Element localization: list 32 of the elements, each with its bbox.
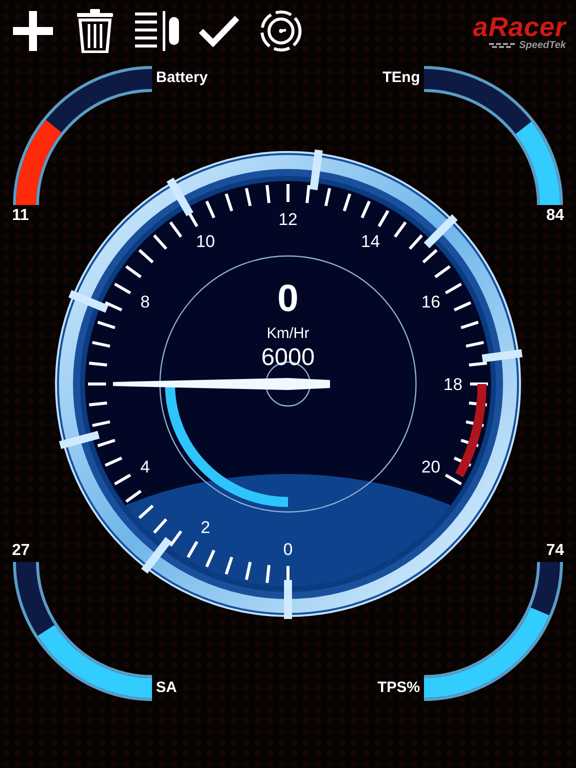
brand-logo: aRacer bbox=[472, 14, 566, 40]
add-button[interactable] bbox=[10, 8, 56, 54]
check-icon bbox=[198, 15, 240, 47]
scale-label: 20 bbox=[421, 458, 440, 476]
gauge-label: TEng bbox=[382, 69, 421, 86]
gauge-button[interactable] bbox=[258, 8, 304, 54]
list-button[interactable] bbox=[134, 8, 180, 54]
list-panel-icon bbox=[135, 11, 179, 51]
gauge-value: 74 bbox=[546, 541, 564, 561]
scale-label: 2 bbox=[200, 518, 210, 537]
gauge-icon bbox=[260, 9, 302, 53]
checker-stripe-icon bbox=[489, 42, 516, 48]
scale-label: 18 bbox=[444, 375, 462, 394]
scale-label: 0 bbox=[283, 540, 293, 559]
gauge-value: 11 bbox=[12, 206, 29, 226]
gauge-label: SA bbox=[155, 679, 178, 696]
gauge-label: Battery bbox=[155, 69, 209, 86]
gauge-value: 84 bbox=[546, 206, 564, 226]
brand-subtitle: SpeedTek bbox=[519, 40, 566, 50]
scale-label: 12 bbox=[278, 210, 298, 229]
plus-icon bbox=[13, 11, 53, 51]
scale-label: 4 bbox=[140, 458, 150, 476]
trash-icon bbox=[77, 9, 113, 53]
scale-label: 14 bbox=[361, 232, 380, 252]
speed-unit: Km/Hr bbox=[266, 325, 310, 342]
scale-label: 10 bbox=[196, 232, 215, 252]
scale-label: 16 bbox=[421, 292, 440, 312]
gauge-label: TPS% bbox=[376, 679, 421, 696]
speed-value: 0 bbox=[277, 278, 299, 320]
gauge-value: 27 bbox=[12, 541, 30, 561]
scale-label: 8 bbox=[140, 292, 150, 312]
rpm-value: 6000 bbox=[261, 344, 315, 371]
